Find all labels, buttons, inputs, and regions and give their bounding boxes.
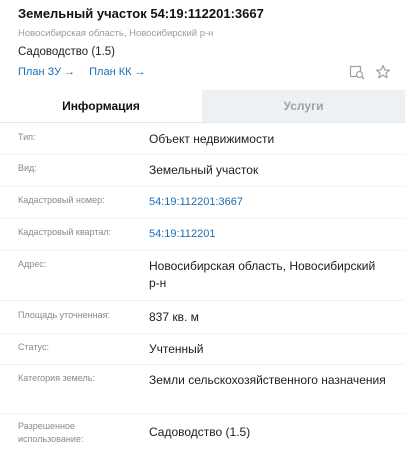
row-label: Кадастровый номер: — [18, 195, 105, 205]
page-title: Земельный участок 54:19:112201:3667 — [18, 6, 264, 21]
address-subtitle: Новосибирская область, Новосибирский р-н — [18, 28, 214, 39]
plan-links: План ЗУ → План КК → — [18, 65, 387, 79]
info-row-cadastral-quarter: Кадастровый квартал: 54:19:112201 — [0, 219, 405, 251]
cadastral-quarter-link[interactable]: 54:19:112201 — [149, 226, 387, 250]
info-row-kind: Вид: Земельный участок — [0, 155, 405, 187]
map-search-icon[interactable] — [349, 64, 365, 80]
usage-note: Садоводство (1.5) — [18, 46, 116, 58]
info-row-cadastral-number: Кадастровый номер: 54:19:112201:3667 — [0, 187, 405, 219]
info-row-permitted-use: Разрешенное использование: Садоводство (… — [0, 414, 405, 452]
row-value: Объект недвижимости — [149, 132, 275, 146]
tab-information[interactable]: Информация — [0, 90, 202, 122]
row-value: Учтенный — [149, 342, 204, 356]
row-value: Новосибирская область, Новосибирский р-н — [149, 259, 376, 290]
info-list: Тип: Объект недвижимости Вид: Земельный … — [0, 123, 405, 452]
row-label: Вид: — [18, 163, 37, 173]
star-icon[interactable] — [375, 64, 391, 80]
header-actions — [349, 64, 391, 80]
tab-bar: Информация Услуги — [0, 90, 405, 123]
property-card: Земельный участок 54:19:112201:3667 Ново… — [0, 0, 405, 461]
row-label: Адрес: — [18, 259, 47, 269]
info-row-address: Адрес: Новосибирская область, Новосибирс… — [0, 251, 405, 301]
row-value: Земельный участок — [149, 163, 259, 177]
card-header: Земельный участок 54:19:112201:3667 Ново… — [0, 0, 405, 90]
info-row-status: Статус: Учтенный — [0, 334, 405, 365]
row-label: Разрешенное использование: — [18, 421, 84, 444]
row-label: Тип: — [18, 132, 36, 142]
tab-services[interactable]: Услуги — [202, 90, 405, 122]
plan-zu-link[interactable]: План ЗУ → — [18, 65, 75, 79]
info-row-land-category: Категория земель: Земли сельскохозяйстве… — [0, 365, 405, 414]
row-label: Категория земель: — [18, 373, 95, 383]
row-label: Кадастровый квартал: — [18, 227, 112, 237]
row-value: Земли сельскохозяйственного назначения — [149, 373, 386, 387]
row-label: Площадь уточненная: — [18, 310, 110, 320]
row-label: Статус: — [18, 342, 49, 352]
row-value: Садоводство (1.5) — [149, 425, 251, 439]
info-row-area: Площадь уточненная: 837 кв. м — [0, 301, 405, 334]
row-value: 837 кв. м — [149, 310, 199, 324]
cadastral-number-link[interactable]: 54:19:112201:3667 — [149, 194, 387, 218]
info-row-type: Тип: Объект недвижимости — [0, 123, 405, 155]
plan-kk-link[interactable]: План КК → — [89, 65, 145, 79]
